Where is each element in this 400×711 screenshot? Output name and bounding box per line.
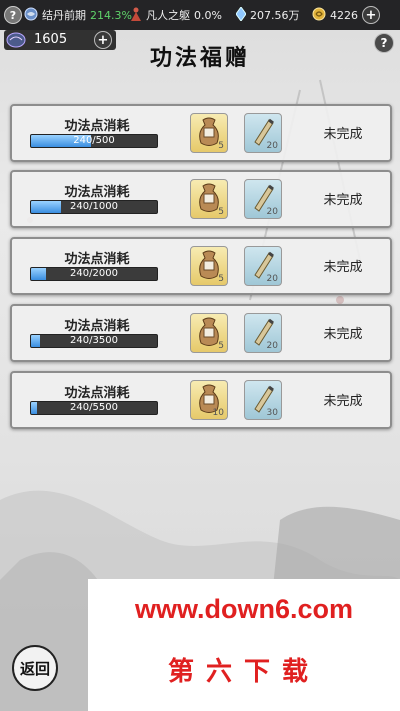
body-figure-icon <box>130 7 142 24</box>
reward-quantity: 20 <box>266 341 278 351</box>
task-label: 功法点消耗 <box>64 319 130 334</box>
reward-item-scroll[interactable]: 30 <box>244 380 282 420</box>
task-progress-text: 240/500 <box>73 135 115 146</box>
help-icon[interactable]: ? <box>4 6 22 24</box>
watermark-site-name: 第六下载 <box>167 657 320 687</box>
reward-quantity: 10 <box>212 408 224 418</box>
reward-item-scroll[interactable]: 20 <box>244 113 282 153</box>
reward-quantity: 5 <box>218 274 224 284</box>
reward-item-pouch[interactable]: 5 <box>190 113 228 153</box>
task-label: 功法点消耗 <box>64 252 130 267</box>
task-row: 功法点消耗 240/2000 5 20 未完成 <box>10 237 392 295</box>
task-status: 未完成 <box>323 127 363 142</box>
reward-quantity: 5 <box>218 341 224 351</box>
reward-quantity: 20 <box>266 274 278 284</box>
body-display[interactable]: 凡人之躯 0.0% <box>130 0 222 30</box>
task-label: 功法点消耗 <box>64 386 130 401</box>
reward-item-pouch[interactable]: 5 <box>190 179 228 219</box>
back-button[interactable]: 返回 <box>12 645 58 691</box>
spirit-stone-amount: 207.56万 <box>250 9 300 22</box>
realm-name: 结丹前期 <box>42 9 86 22</box>
reward-quantity: 20 <box>266 141 278 151</box>
task-progress-text: 240/3500 <box>70 335 118 346</box>
realm-percent: 214.3% <box>90 8 132 22</box>
gold-coin-icon <box>312 7 326 24</box>
add-gold-button[interactable]: + <box>362 6 380 24</box>
task-row: 功法点消耗 240/5500 10 30 未完成 <box>10 371 392 429</box>
task-label: 功法点消耗 <box>64 119 130 134</box>
watermark-banner: www.down6.com 第六下载 <box>88 579 400 711</box>
task-row: 功法点消耗 240/1000 5 20 未完成 <box>10 170 392 228</box>
task-progress-bar: 240/2000 <box>30 267 158 281</box>
task-progress-text: 240/5500 <box>70 402 118 413</box>
reward-item-pouch[interactable]: 5 <box>190 246 228 286</box>
reward-quantity: 30 <box>266 408 278 418</box>
reward-item-scroll[interactable]: 20 <box>244 313 282 353</box>
help-button[interactable]: ? <box>374 33 394 53</box>
task-progress-text: 240/1000 <box>70 201 118 212</box>
task-status: 未完成 <box>323 394 363 409</box>
task-label: 功法点消耗 <box>64 185 130 200</box>
task-progress-bar: 240/500 <box>30 134 158 148</box>
gold-display[interactable]: 4226 <box>312 0 358 30</box>
reward-quantity: 20 <box>266 207 278 217</box>
body-title: 凡人之躯 <box>146 9 190 22</box>
task-progress-bar: 240/5500 <box>30 401 158 415</box>
task-status: 未完成 <box>323 193 363 208</box>
reward-quantity: 5 <box>218 141 224 151</box>
watermark-url: www.down6.com <box>134 594 354 624</box>
reward-item-scroll[interactable]: 20 <box>244 246 282 286</box>
realm-display[interactable]: 结丹前期 214.3% <box>24 0 132 30</box>
spirit-stone-display[interactable]: 207.56万 <box>235 0 300 30</box>
task-progress-bar: 240/1000 <box>30 200 158 214</box>
task-status: 未完成 <box>323 260 363 275</box>
task-row: 功法点消耗 240/3500 5 20 未完成 <box>10 304 392 362</box>
realm-orb-icon <box>24 7 38 24</box>
task-status: 未完成 <box>323 327 363 342</box>
task-progress-text: 240/2000 <box>70 268 118 279</box>
spirit-stone-icon <box>235 5 247 24</box>
task-progress-bar: 240/3500 <box>30 334 158 348</box>
reward-item-pouch[interactable]: 5 <box>190 313 228 353</box>
gold-amount: 4226 <box>330 8 358 22</box>
page-title: 功法福赠 <box>149 45 250 71</box>
status-bar: ? 结丹前期 214.3% 凡人之躯 0.0% 207.56万 4226 + <box>0 0 400 30</box>
reward-item-pouch[interactable]: 10 <box>190 380 228 420</box>
reward-quantity: 5 <box>218 207 224 217</box>
task-row: 功法点消耗 240/500 5 20 未完成 <box>10 104 392 162</box>
reward-item-scroll[interactable]: 20 <box>244 179 282 219</box>
body-percent: 0.0% <box>194 8 222 22</box>
